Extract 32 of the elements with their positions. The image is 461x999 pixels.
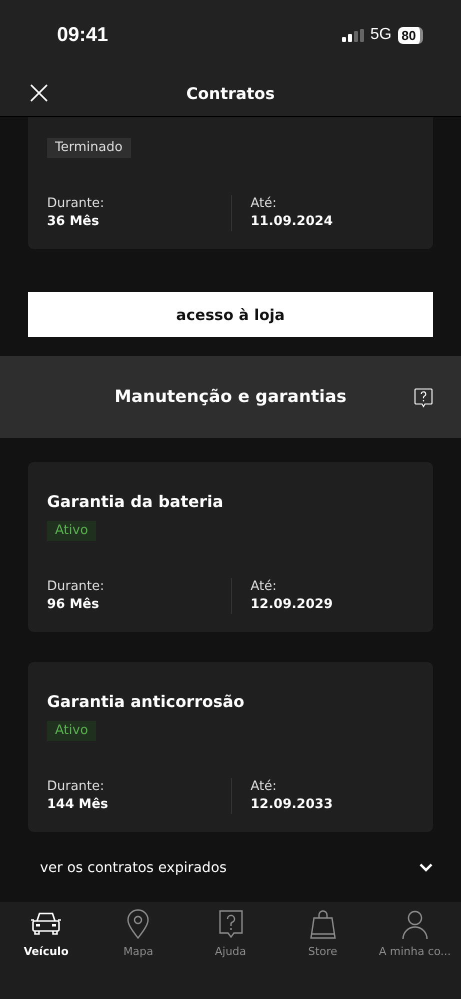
duration-label: Durante:: [47, 195, 106, 213]
help-icon[interactable]: [414, 388, 433, 408]
duration-label: Durante:: [47, 578, 106, 596]
expired-contracts-link[interactable]: ver os contratos expirados: [0, 832, 461, 902]
end-date-value: 12.09.2029: [250, 596, 334, 614]
contract-title: Garantia da bateria: [47, 491, 224, 513]
end-date-label: Até:: [250, 778, 278, 796]
section-title: Manutenção e garantias: [114, 387, 347, 407]
status-badge: Terminado: [47, 138, 131, 158]
end-date-value: 11.09.2024: [250, 213, 334, 231]
duration-value: 144 Mês: [47, 796, 110, 814]
tab-item[interactable]: Mapa: [92, 909, 184, 971]
tab-item[interactable]: Ajuda: [184, 909, 277, 971]
end-date-label: Até:: [250, 578, 278, 596]
store-button[interactable]: acesso à loja: [28, 292, 433, 337]
end-date-value: 12.09.2033: [250, 796, 334, 814]
status-badge: Ativo: [47, 521, 96, 541]
tab-item[interactable]: Store: [276, 909, 369, 971]
contract-title: Garantia anticorrosão: [47, 691, 246, 713]
end-date-label: Até:: [250, 195, 278, 213]
duration-value: 36 Mês: [47, 213, 100, 231]
network-label: 5G: [370, 26, 392, 44]
page-title: Contratos: [186, 84, 275, 102]
duration-value: 96 Mês: [47, 596, 100, 614]
status-badge: Ativo: [47, 721, 96, 741]
duration-label: Durante:: [47, 778, 106, 796]
close-icon[interactable]: [30, 84, 48, 102]
status-time: 09:41: [57, 24, 108, 46]
signal-icon: [342, 28, 364, 42]
battery-indicator: 80: [398, 26, 423, 44]
tab-item[interactable]: Veículo: [0, 909, 92, 971]
tab-item[interactable]: A minha co...: [368, 909, 461, 971]
